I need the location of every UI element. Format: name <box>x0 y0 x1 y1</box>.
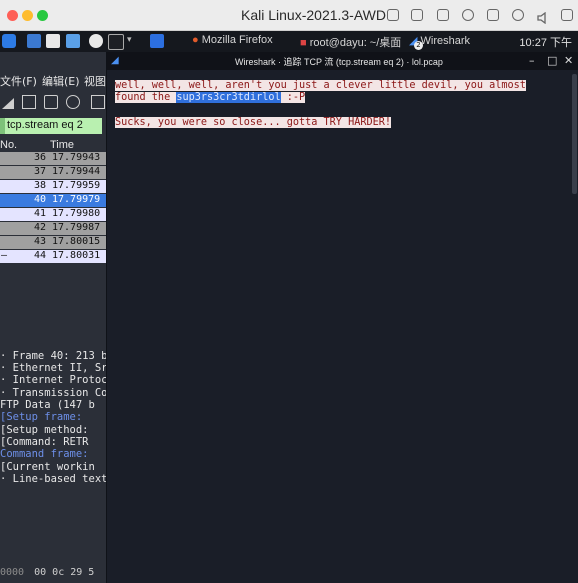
display-icon[interactable] <box>561 9 573 21</box>
taskbar-terminal[interactable]: ■ root@dayu: ~/桌面 <box>300 34 401 50</box>
col-time[interactable]: Time <box>50 139 74 151</box>
vm-window-titlebar: Kali Linux-2021.3-AWD <box>0 0 578 31</box>
packet-time: 17.79980 <box>52 208 101 219</box>
printer-icon[interactable] <box>437 9 449 21</box>
vertical-scrollbar[interactable] <box>572 74 577 194</box>
hex-dump[interactable]: 0000 00 0c 29 5 <box>0 567 106 578</box>
close-window-button[interactable] <box>7 10 18 21</box>
files-icon[interactable] <box>46 34 60 48</box>
packet-row[interactable]: 41 17.79980 <box>0 208 106 221</box>
packet-row[interactable]: 43 17.80015 <box>0 236 106 249</box>
selected-text[interactable]: sup3rs3cr3tdirlol <box>176 92 281 103</box>
packet-no: 40 <box>34 194 47 205</box>
packet-time: 17.79943 <box>52 152 101 163</box>
chip-icon[interactable] <box>411 9 423 21</box>
detail-row[interactable]: · Internet Protoc <box>0 374 106 387</box>
follow-tcp-stream-dialog: ◢ Wireshark · 追踪 TCP 流 (tcp.stream eq 2)… <box>106 52 578 583</box>
minimize-dialog-button[interactable]: – <box>529 54 535 67</box>
menu-view[interactable]: 视图 <box>84 73 106 89</box>
vm-window-title: Kali Linux-2021.3-AWD <box>241 7 386 23</box>
packet-no: 36 <box>34 152 47 163</box>
packet-row[interactable]: 36 17.79943 <box>0 152 106 165</box>
server-text: :-P <box>280 92 306 103</box>
capture-options-icon[interactable] <box>66 95 80 109</box>
terminal-launcher-icon[interactable] <box>108 34 124 50</box>
packet-time: 17.80015 <box>52 236 101 247</box>
packet-time: 17.79987 <box>52 222 101 233</box>
stream-line: found the sup3rs3cr3tdirlol :-P <box>115 92 306 104</box>
hex-offset: 0000 <box>0 567 25 578</box>
col-no[interactable]: No. <box>0 139 17 151</box>
terminal-icon: ■ <box>300 37 307 49</box>
workspace-icon[interactable] <box>27 34 41 48</box>
packet-no: 37 <box>34 166 47 177</box>
camera-icon[interactable] <box>462 9 474 21</box>
open-file-icon[interactable] <box>91 95 105 109</box>
burp-icon[interactable] <box>89 34 103 48</box>
display-filter-value: tcp.stream eq 2 <box>7 119 83 131</box>
packet-row[interactable]: 42 17.79987 <box>0 222 106 235</box>
packet-time: 17.79944 <box>52 166 101 177</box>
restart-capture-icon[interactable] <box>44 95 58 109</box>
close-dialog-button[interactable]: ✕ <box>564 54 573 67</box>
wireshark-window-count-badge: 2 <box>414 41 423 50</box>
packet-no: 42 <box>34 222 47 233</box>
dialog-app-icon: ◢ <box>111 55 119 66</box>
browser-launcher-icon[interactable] <box>66 34 80 48</box>
wireshark-main-window: 文件(F) 编辑(E) 视图 tcp.stream eq 2 No. Time … <box>0 52 106 583</box>
packet-row[interactable]: 37 17.79944 <box>0 166 106 179</box>
kali-menu-icon[interactable] <box>2 34 16 48</box>
packet-time: 17.80031 <box>52 250 101 261</box>
maximize-window-button[interactable] <box>37 10 48 21</box>
dropdown-icon[interactable]: ▾ <box>127 35 135 49</box>
taskbar-wireshark-label: Wireshark <box>420 35 471 47</box>
server-text: Sucks, you were so close... gotta TRY HA… <box>115 117 392 128</box>
firefox-icon: ● <box>192 34 199 46</box>
packet-no: 44 <box>34 250 47 261</box>
keyboard-icon[interactable] <box>387 9 399 21</box>
display-filter-input[interactable]: tcp.stream eq 2 <box>0 118 102 134</box>
disk-icon[interactable] <box>487 9 499 21</box>
server-text: well, well, well, aren't you just a clev… <box>115 80 526 91</box>
menubar: 文件(F) 编辑(E) 视图 <box>0 72 106 88</box>
taskbar-firefox[interactable]: ● Mozilla Firefox <box>192 34 273 46</box>
detail-row[interactable]: · Line-based text <box>0 473 106 486</box>
detail-link-row[interactable]: [Setup frame: <box>0 411 82 424</box>
main-toolbar <box>0 92 106 114</box>
packet-row[interactable]: – 44 17.80031 <box>0 250 106 263</box>
hex-bytes: 00 0c 29 5 <box>34 567 95 578</box>
related-packet-marker: – <box>1 250 8 261</box>
packet-time: 17.79959 <box>52 180 101 191</box>
volume-icon[interactable] <box>537 9 549 25</box>
packet-no: 43 <box>34 236 47 247</box>
dialog-titlebar: ◢ Wireshark · 追踪 TCP 流 (tcp.stream eq 2)… <box>107 52 578 70</box>
packet-row[interactable]: 38 17.79959 <box>0 180 106 193</box>
clock[interactable]: 10:27 下午 <box>519 34 572 50</box>
stream-line: well, well, well, aren't you just a clev… <box>115 80 526 92</box>
taskbar-firefox-label: Mozilla Firefox <box>201 34 273 46</box>
filter-bookmark-icon[interactable] <box>0 118 5 134</box>
fin-icon[interactable] <box>1 95 15 109</box>
kali-taskbar: ▾ ● Mozilla Firefox ■ root@dayu: ~/桌面 ◢ … <box>0 31 578 52</box>
stop-capture-icon[interactable] <box>22 95 36 109</box>
packet-no: 41 <box>34 208 47 219</box>
detail-link-row[interactable]: Command frame: <box>0 448 89 461</box>
network-icon[interactable] <box>512 9 524 21</box>
stream-line: Sucks, you were so close... gotta TRY HA… <box>115 117 392 129</box>
server-text: found the <box>115 92 177 103</box>
maximize-dialog-button[interactable]: □ <box>547 54 557 67</box>
packet-row-selected[interactable]: 40 17.79979 <box>0 194 106 207</box>
packet-no: 38 <box>34 180 47 191</box>
menu-file[interactable]: 文件(F) <box>0 73 37 89</box>
wireshark-launcher-icon[interactable] <box>150 34 164 48</box>
minimize-window-button[interactable] <box>22 10 33 21</box>
dialog-title: Wireshark · 追踪 TCP 流 (tcp.stream eq 2) ·… <box>235 57 443 67</box>
packet-list-header: No. Time <box>0 138 106 153</box>
menu-edit[interactable]: 编辑(E) <box>42 73 80 89</box>
packet-time: 17.79979 <box>52 194 101 205</box>
taskbar-terminal-label: root@dayu: ~/桌面 <box>309 37 402 49</box>
